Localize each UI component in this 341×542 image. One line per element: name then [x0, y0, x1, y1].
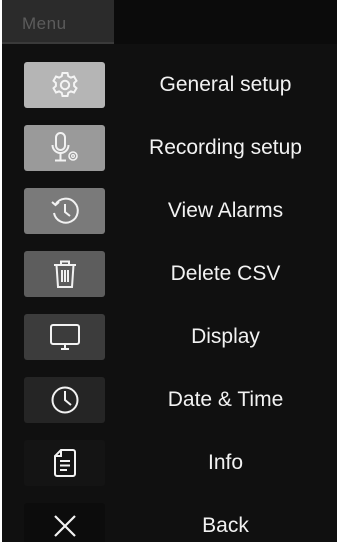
menu-item-label: Display [191, 325, 260, 348]
menu-item-info[interactable]: Info [2, 432, 337, 492]
menu-item-label: Back [202, 514, 249, 537]
menu-item-label: Delete CSV [170, 262, 281, 285]
menu-header: Menu [2, 0, 114, 44]
menu-item-general-setup[interactable]: General setup [2, 54, 337, 114]
menu-item-label: View Alarms [167, 199, 284, 222]
menu-item-view-alarms[interactable]: View Alarms [2, 180, 337, 240]
menu-item-display[interactable]: Display [2, 306, 337, 366]
trash-icon [24, 251, 105, 297]
close-icon [24, 503, 105, 542]
microphone-settings-icon [24, 125, 105, 171]
clock-icon [24, 377, 105, 423]
menu-item-back[interactable]: Back [2, 495, 337, 542]
document-icon [24, 440, 105, 486]
menu-item-label: General setup [159, 73, 292, 96]
device-screen: Menu General setup Recording setup View … [2, 0, 337, 542]
menu-item-date-time[interactable]: Date & Time [2, 369, 337, 429]
monitor-icon [24, 314, 105, 360]
menu-item-label: Info [207, 451, 244, 474]
menu-item-delete-csv[interactable]: Delete CSV [2, 243, 337, 303]
header-spacer [114, 0, 337, 44]
header-title: Menu [22, 14, 67, 33]
menu-item-recording-setup[interactable]: Recording setup [2, 117, 337, 177]
history-clock-icon [24, 188, 105, 234]
menu-item-label: Date & Time [167, 388, 284, 411]
gear-icon [24, 62, 105, 108]
menu-item-label: Recording setup [149, 136, 302, 159]
